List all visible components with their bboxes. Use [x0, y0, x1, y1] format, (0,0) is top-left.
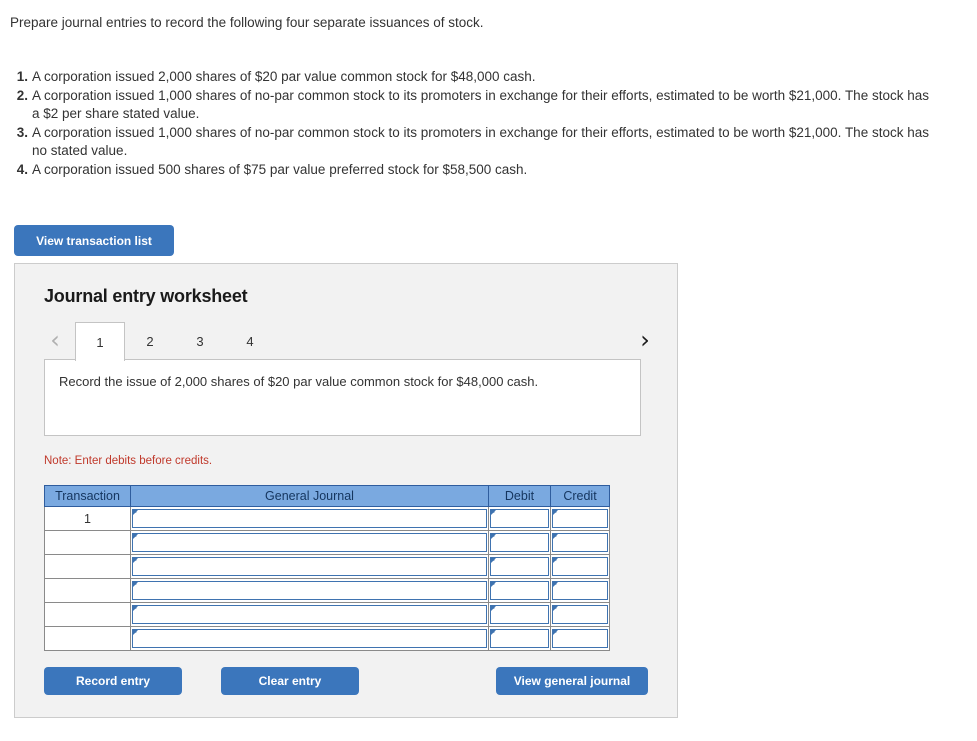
journal-entry-table-body: 1	[44, 506, 610, 651]
dropdown-triangle-icon	[553, 582, 558, 587]
dropdown-triangle-icon	[491, 558, 496, 563]
tab-1[interactable]: 1	[75, 322, 125, 361]
tab-4[interactable]: 4	[225, 322, 275, 360]
dropdown-triangle-icon	[491, 534, 496, 539]
cell-debit[interactable]	[488, 530, 551, 555]
table-row: 1	[44, 506, 610, 531]
debits-before-credits-note: Note: Enter debits before credits.	[44, 455, 213, 467]
list-item-text: A corporation issued 1,000 shares of no-…	[32, 87, 929, 122]
cell-credit[interactable]	[550, 602, 610, 627]
cell-credit[interactable]	[550, 578, 610, 603]
cell-transaction[interactable]	[44, 602, 131, 627]
page-prompt: Prepare journal entries to record the fo…	[10, 15, 484, 30]
dropdown-triangle-icon	[491, 582, 496, 587]
dropdown-triangle-icon	[553, 510, 558, 515]
list-item-text: A corporation issued 1,000 shares of no-…	[32, 124, 929, 159]
list-item-number: 1.	[16, 69, 28, 84]
dropdown-triangle-icon	[553, 606, 558, 611]
tab-2[interactable]: 2	[125, 322, 175, 360]
table-header-row: Transaction General Journal Debit Credit	[44, 485, 610, 507]
list-item-number: 2.	[16, 87, 28, 103]
cell-transaction[interactable]	[44, 578, 131, 603]
list-item-number: 3.	[16, 124, 28, 140]
requirements-list: 1. A corporation issued 2,000 shares of $…	[10, 68, 940, 179]
table-row	[44, 554, 610, 579]
view-general-journal-button[interactable]: View general journal	[496, 667, 648, 695]
cell-general-journal[interactable]	[130, 602, 489, 627]
transaction-description-box: Record the issue of 2,000 shares of $20 …	[44, 359, 641, 436]
dropdown-triangle-icon	[491, 606, 496, 611]
cell-debit[interactable]	[488, 578, 551, 603]
list-item: 2. A corporation issued 1,000 shares of n…	[10, 87, 940, 124]
clear-entry-button[interactable]: Clear entry	[221, 667, 359, 695]
column-header-general-journal: General Journal	[130, 485, 489, 507]
list-item: 3. A corporation issued 1,000 shares of n…	[10, 124, 940, 161]
cell-credit[interactable]	[550, 530, 610, 555]
chevron-left-icon[interactable]: ‹	[44, 325, 66, 355]
cell-general-journal[interactable]	[130, 530, 489, 555]
page-title: Journal entry worksheet	[44, 286, 248, 306]
table-row	[44, 626, 610, 651]
column-header-credit: Credit	[550, 485, 610, 507]
journal-entry-table: Transaction General Journal Debit Credit…	[44, 485, 610, 651]
dropdown-triangle-icon	[491, 510, 496, 515]
cell-transaction[interactable]	[44, 626, 131, 651]
cell-general-journal[interactable]	[130, 626, 489, 651]
list-item: 1. A corporation issued 2,000 shares of $…	[10, 68, 940, 87]
dropdown-triangle-icon	[133, 558, 138, 563]
dropdown-triangle-icon	[553, 630, 558, 635]
view-transaction-list-button[interactable]: View transaction list	[14, 225, 174, 256]
dropdown-triangle-icon	[133, 510, 138, 515]
table-row	[44, 602, 610, 627]
list-item-number: 4.	[16, 161, 28, 177]
dropdown-triangle-icon	[133, 606, 138, 611]
dropdown-triangle-icon	[491, 630, 496, 635]
journal-entry-worksheet-panel: Journal entry worksheet ‹ 1 2 3 4 › Reco…	[14, 263, 678, 718]
cell-debit[interactable]	[488, 554, 551, 579]
transaction-description-text: Record the issue of 2,000 shares of $20 …	[59, 374, 539, 389]
cell-credit[interactable]	[550, 506, 610, 531]
worksheet-tabs: 1 2 3 4	[75, 321, 275, 361]
column-header-debit: Debit	[488, 485, 551, 507]
column-header-transaction: Transaction	[44, 485, 131, 507]
dropdown-triangle-icon	[133, 630, 138, 635]
dropdown-triangle-icon	[133, 534, 138, 539]
list-item: 4. A corporation issued 500 shares of $75…	[10, 161, 940, 180]
cell-debit[interactable]	[488, 626, 551, 651]
dropdown-triangle-icon	[133, 582, 138, 587]
cell-transaction[interactable]	[44, 554, 131, 579]
list-item-text: A corporation issued 500 shares of $75 p…	[32, 161, 528, 177]
cell-debit[interactable]	[488, 506, 551, 531]
table-row	[44, 578, 610, 603]
cell-credit[interactable]	[550, 626, 610, 651]
record-entry-button[interactable]: Record entry	[44, 667, 182, 695]
chevron-right-icon[interactable]: ›	[634, 325, 656, 355]
cell-general-journal[interactable]	[130, 506, 489, 531]
worksheet-tabstrip: ‹ 1 2 3 4 ›	[44, 321, 656, 361]
dropdown-triangle-icon	[553, 534, 558, 539]
table-row	[44, 530, 610, 555]
cell-transaction[interactable]	[44, 530, 131, 555]
list-item-text: A corporation issued 2,000 shares of $20…	[32, 69, 536, 84]
tab-3[interactable]: 3	[175, 322, 225, 360]
cell-debit[interactable]	[488, 602, 551, 627]
cell-transaction[interactable]: 1	[44, 506, 131, 531]
dropdown-triangle-icon	[553, 558, 558, 563]
cell-credit[interactable]	[550, 554, 610, 579]
cell-general-journal[interactable]	[130, 578, 489, 603]
cell-general-journal[interactable]	[130, 554, 489, 579]
